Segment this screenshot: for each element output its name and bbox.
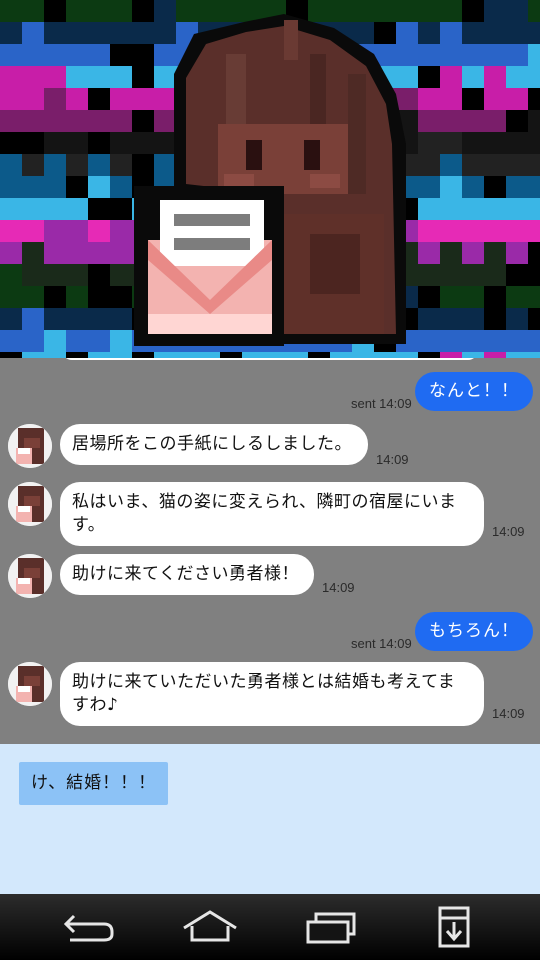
message-status: sent 14:09 [351,636,412,651]
back-icon [63,914,114,942]
chat-thread[interactable]: sent 14:09 なんと！！ 居場所をこの手紙にしるしました。 14:09 [0,358,540,744]
avatar[interactable] [8,424,52,468]
message-time: 14:09 [376,452,409,467]
back-button[interactable] [58,904,118,950]
message-row-incoming: 居場所をこの手紙にしるしました。 14:09 [0,424,540,474]
avatar-portrait-icon [8,662,52,706]
message-row-incoming: 助けに来ていただいた勇者様とは結婚も考えてますわ♪ 14:09 [0,662,540,732]
download-icon [438,906,470,948]
outgoing-message-bubble[interactable]: なんと！！ [415,372,533,411]
avatar-portrait-icon [8,554,52,598]
message-status: sent 14:09 [351,396,412,411]
incoming-message-bubble[interactable]: 助けに来ていただいた勇者様とは結婚も考えてますわ♪ [60,662,484,726]
header-illustration [0,0,540,358]
message-time: 14:09 [322,580,355,595]
avatar[interactable] [8,662,52,706]
message-row-outgoing: sent 14:09 なんと！！ [0,372,540,414]
system-navigation-bar [0,894,540,960]
draft-reply-option[interactable]: け、結婚！！！ [19,762,168,805]
download-button[interactable] [424,904,484,950]
avatar[interactable] [8,482,52,526]
message-composer[interactable]: け、結婚！！！ [0,744,540,894]
message-row-outgoing: sent 14:09 もちろん！ [0,612,540,654]
avatar-portrait-icon [8,424,52,468]
character-portrait [134,14,406,346]
avatar[interactable] [8,554,52,598]
message-row-incoming: 助けに来てください勇者様！ 14:09 [0,554,540,600]
home-icon [183,910,237,942]
avatar-portrait-icon [8,482,52,526]
home-button[interactable] [180,904,240,950]
message-time: 14:09 [492,706,525,721]
recent-apps-button[interactable] [302,904,362,950]
recent-apps-icon [306,912,356,944]
message-time: 14:09 [492,524,525,539]
incoming-message-bubble[interactable]: 助けに来てください勇者様！ [60,554,314,595]
incoming-message-bubble[interactable]: 居場所をこの手紙にしるしました。 [60,424,368,465]
previous-message-bubble [62,358,478,360]
outgoing-message-bubble[interactable]: もちろん！ [415,612,533,651]
message-row-incoming: 私はいま、猫の姿に変えられ、隣町の宿屋にいます。 14:09 [0,482,540,546]
incoming-message-bubble[interactable]: 私はいま、猫の姿に変えられ、隣町の宿屋にいます。 [60,482,484,546]
